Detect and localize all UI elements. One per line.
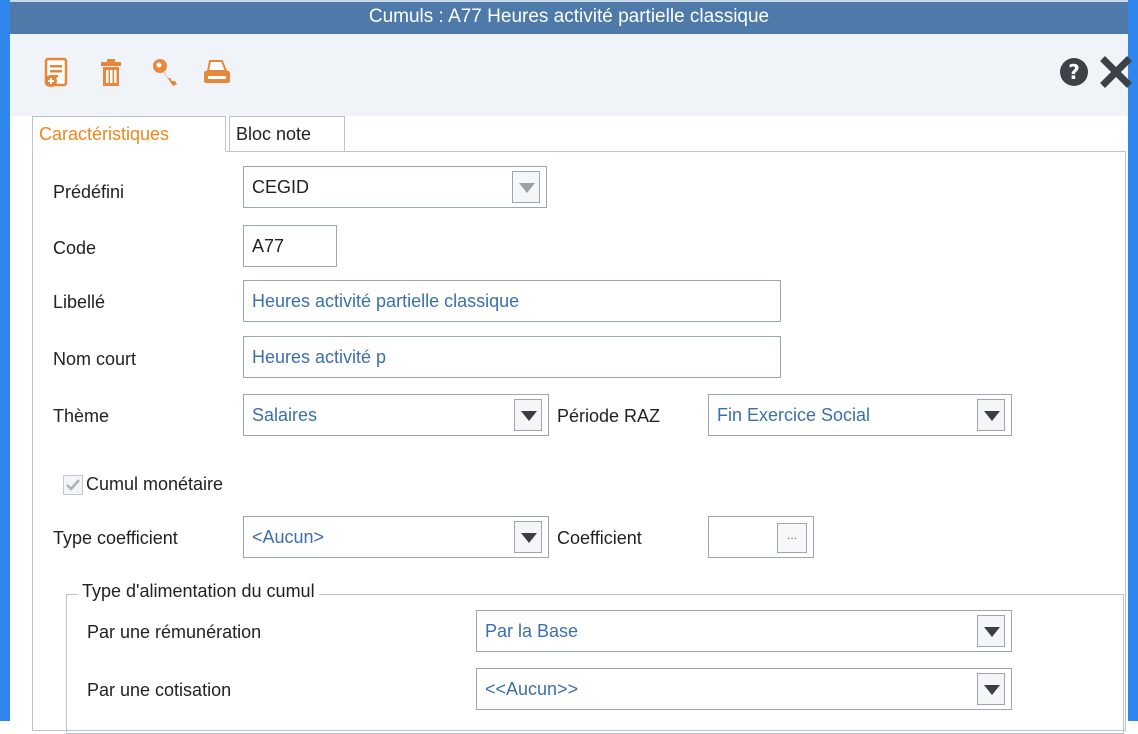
code-field[interactable]: A77: [243, 225, 337, 267]
cotisation-label: Par une cotisation: [87, 680, 232, 700]
remuneration-select[interactable]: Par la Base: [476, 610, 1012, 652]
ellipsis-button[interactable]: ...: [777, 523, 807, 553]
type-coefficient-select[interactable]: <Aucun>: [243, 516, 549, 558]
chevron-down-icon[interactable]: [514, 399, 542, 431]
libelle-field[interactable]: Heures activité partielle classique: [243, 280, 781, 322]
remuneration-label: Par une rémunération: [87, 622, 262, 642]
title-bar[interactable]: Cumuls : A77 Heures activité partielle c…: [10, 0, 1128, 34]
key-icon[interactable]: [148, 56, 182, 90]
periode-raz-select[interactable]: Fin Exercice Social: [708, 394, 1012, 436]
cumul-monetaire-label: Cumul monétaire: [86, 474, 224, 494]
nom-court-label: Nom court: [53, 349, 137, 369]
alimentation-title: Type d'alimentation du cumul: [78, 581, 319, 602]
chevron-down-icon[interactable]: [977, 615, 1005, 647]
chevron-down-icon[interactable]: [514, 521, 542, 553]
nom-court-field[interactable]: Heures activité p: [243, 336, 781, 378]
predefini-label: Prédéfini: [53, 182, 125, 202]
chevron-down-icon[interactable]: [977, 673, 1005, 705]
window-title: Cumuls : A77 Heures activité partielle c…: [368, 6, 770, 27]
tab-bloc-note[interactable]: Bloc note: [229, 116, 345, 152]
close-icon[interactable]: [1098, 54, 1134, 90]
coefficient-label: Coefficient: [557, 528, 642, 548]
toolbar: ?: [10, 34, 1132, 116]
trash-icon[interactable]: [94, 56, 128, 90]
code-label: Code: [53, 238, 97, 258]
coefficient-field[interactable]: ...: [708, 516, 814, 558]
cumul-monetaire-checkbox[interactable]: [63, 475, 83, 495]
help-icon[interactable]: ?: [1056, 54, 1092, 90]
periode-raz-label: Période RAZ: [557, 406, 661, 426]
libelle-label: Libellé: [53, 292, 106, 312]
new-document-icon[interactable]: [40, 56, 74, 90]
checkmark-icon: [66, 479, 80, 491]
tab-caracteristiques[interactable]: Caractéristiques: [32, 116, 226, 152]
type-coefficient-label: Type coefficient: [53, 528, 178, 548]
predefini-select[interactable]: CEGID: [243, 166, 547, 208]
printer-icon[interactable]: [200, 56, 234, 90]
chevron-down-icon[interactable]: [977, 399, 1005, 431]
cotisation-select[interactable]: <<Aucun>>: [476, 668, 1012, 710]
dialog-window: Cumuls : A77 Heures activité partielle c…: [0, 0, 1138, 734]
svg-text:?: ?: [1068, 60, 1080, 84]
theme-select[interactable]: Salaires: [243, 394, 549, 436]
chevron-down-icon[interactable]: [512, 171, 540, 203]
theme-label: Thème: [53, 406, 110, 426]
